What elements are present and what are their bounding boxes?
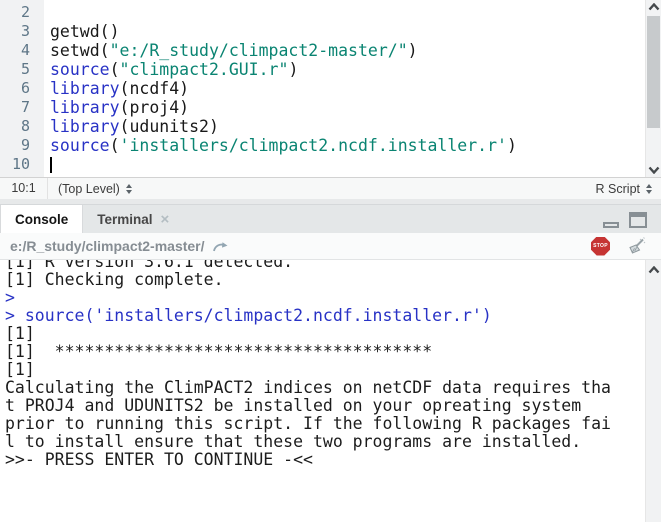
editor-line[interactable]: setwd("e:/R_study/climpact2-master/") — [50, 41, 645, 60]
code-token: getwd() — [50, 22, 120, 41]
editor-line[interactable]: source('installers/climpact2.ncdf.instal… — [50, 136, 645, 155]
line-number[interactable]: 4 — [0, 41, 44, 60]
console-output-lines: [1] R version 3.6.1 detected.[1] Checkin… — [5, 260, 645, 469]
source-editor-pane[interactable]: 2345678910 getwd()setwd("e:/R_study/clim… — [0, 0, 661, 177]
code-token: (ncdf4) — [120, 79, 190, 98]
line-number[interactable]: 9 — [0, 136, 44, 155]
code-token: (udunits2) — [120, 117, 219, 136]
console-toolbar: e:/R_study/climpact2-master/ STOP — [0, 233, 661, 260]
console-line: > source('installers/climpact2.ncdf.inst… — [5, 307, 645, 325]
stop-icon[interactable]: STOP — [591, 237, 610, 256]
pane-window-buttons — [603, 205, 661, 233]
code-token: ) — [408, 41, 418, 60]
tab-console-label: Console — [15, 212, 68, 227]
tab-console[interactable]: Console — [0, 205, 83, 233]
console-scrollbar-track[interactable] — [646, 277, 661, 522]
console-line: prior to running this script. If the fol… — [5, 415, 645, 433]
updown-arrows-icon — [126, 184, 132, 194]
editor-gutter[interactable]: 2345678910 — [0, 0, 44, 177]
console-line: t PROJ4 and UDUNITS2 be installed on you… — [5, 397, 645, 415]
code-token: setwd( — [50, 41, 110, 60]
updown-arrows-icon — [646, 184, 652, 194]
code-token: (proj4) — [120, 98, 190, 117]
file-type-selector[interactable]: R Script — [596, 182, 652, 196]
console-line: [1] ************************************… — [5, 343, 645, 361]
console-output[interactable]: [1] R version 3.6.1 detected.[1] Checkin… — [0, 260, 645, 522]
console-output-pane[interactable]: [1] R version 3.6.1 detected.[1] Checkin… — [0, 260, 661, 522]
editor-scrollbar-thumb[interactable] — [647, 16, 660, 128]
console-line: [1] — [5, 361, 645, 379]
stop-label: STOP — [593, 243, 608, 249]
scope-label: (Top Level) — [58, 182, 120, 196]
console-line: l to install ensure that these two progr… — [5, 433, 645, 451]
editor-line[interactable] — [50, 3, 645, 22]
tab-terminal-label: Terminal — [97, 212, 152, 227]
line-number[interactable]: 3 — [0, 22, 44, 41]
code-token: "e:/R_study/climpact2-master/" — [110, 41, 408, 60]
scope-selector[interactable]: (Top Level) — [58, 182, 132, 196]
console-line: [1] — [5, 325, 645, 343]
tab-terminal[interactable]: Terminal × — [83, 205, 183, 233]
chevron-up-icon[interactable] — [648, 266, 660, 274]
goto-directory-arrow-icon[interactable] — [212, 239, 229, 253]
close-icon[interactable]: × — [161, 212, 170, 227]
line-number[interactable]: 6 — [0, 79, 44, 98]
code-token: source — [50, 136, 110, 155]
maximize-icon[interactable] — [629, 212, 647, 228]
line-number[interactable]: 2 — [0, 3, 44, 22]
editor-line[interactable]: library(ncdf4) — [50, 79, 645, 98]
console-scrollbar[interactable] — [645, 260, 661, 522]
code-token: 'installers/climpact2.ncdf.installer.r' — [120, 136, 507, 155]
code-token: ) — [288, 60, 298, 79]
code-token: library — [50, 79, 120, 98]
editor-scrollbar-track[interactable] — [646, 14, 661, 163]
code-token: source — [50, 60, 110, 79]
broom-icon[interactable] — [626, 236, 647, 256]
console-line: [1] Checking complete. — [5, 271, 645, 289]
editor-line[interactable]: getwd() — [50, 22, 645, 41]
cursor-position: 10:1 — [0, 178, 48, 199]
code-token: library — [50, 117, 120, 136]
chevron-up-icon[interactable] — [648, 3, 660, 11]
code-token: ( — [110, 136, 120, 155]
working-directory-path: e:/R_study/climpact2-master/ — [10, 238, 205, 254]
line-number[interactable]: 10 — [0, 155, 44, 174]
line-number[interactable]: 5 — [0, 60, 44, 79]
line-number[interactable]: 7 — [0, 98, 44, 117]
code-token: ( — [110, 60, 120, 79]
code-token: ) — [507, 136, 517, 155]
line-number[interactable]: 8 — [0, 117, 44, 136]
editor-code[interactable]: getwd()setwd("e:/R_study/climpact2-maste… — [44, 0, 645, 177]
editor-line[interactable]: source("climpact2.GUI.r") — [50, 60, 645, 79]
text-cursor-icon — [50, 157, 52, 173]
console-line: > — [5, 289, 645, 307]
editor-status-bar: 10:1 (Top Level) R Script — [0, 177, 661, 199]
code-token: library — [50, 98, 120, 117]
console-tab-bar: Console Terminal × — [0, 205, 661, 233]
editor-scrollbar[interactable] — [645, 0, 661, 177]
editor-line[interactable]: library(udunits2) — [50, 117, 645, 136]
file-type-label: R Script — [596, 182, 640, 196]
console-line: >>- PRESS ENTER TO CONTINUE -<< — [5, 451, 645, 469]
console-line: Calculating the ClimPACT2 indices on net… — [5, 379, 645, 397]
code-token: "climpact2.GUI.r" — [120, 60, 289, 79]
rstudio-window: 2345678910 getwd()setwd("e:/R_study/clim… — [0, 0, 661, 522]
editor-line[interactable]: library(proj4) — [50, 98, 645, 117]
chevron-down-icon[interactable] — [648, 166, 660, 174]
minimize-icon[interactable] — [603, 222, 619, 228]
editor-line[interactable] — [50, 155, 645, 174]
